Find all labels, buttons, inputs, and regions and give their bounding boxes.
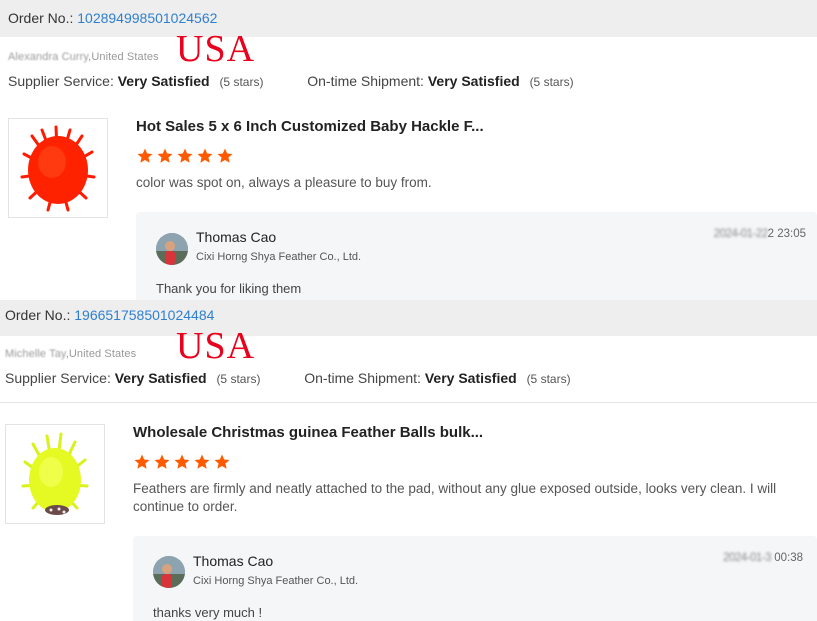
seller-name: Thomas Cao xyxy=(193,553,274,569)
ontime-shipment-value: Very Satisfied xyxy=(427,73,520,89)
buyer-info: Michelle Tay,United States xyxy=(5,348,136,360)
star-icon xyxy=(154,454,170,469)
supplier-service-value: Very Satisfied xyxy=(114,370,207,386)
red-feather-image xyxy=(20,125,96,212)
review-text: Feathers are firmly and neatly attached … xyxy=(133,481,777,514)
supplier-service-label: Supplier Service: xyxy=(5,370,111,386)
reply-timestamp: 2024-01-3 00:38 xyxy=(723,552,803,564)
country-stamp: USA xyxy=(176,325,256,367)
star-icon xyxy=(157,148,173,163)
reply-text: Thank you for liking them xyxy=(156,281,302,296)
order-number-link[interactable]: 196651758501024484 xyxy=(74,307,214,323)
reply-time: 2 23:05 xyxy=(767,228,806,240)
star-icon xyxy=(194,454,210,469)
rating-summary: Supplier Service: Very Satisfied (5 star… xyxy=(5,370,571,386)
ontime-shipment-value: Very Satisfied xyxy=(424,370,517,386)
product-title-link[interactable]: Wholesale Christmas guinea Feather Balls… xyxy=(133,424,483,441)
seller-avatar xyxy=(153,556,185,588)
star-icon xyxy=(137,148,153,163)
reply-date-blurred: 2024-01-22 xyxy=(713,228,768,240)
star-icon xyxy=(197,148,213,163)
product-thumbnail[interactable] xyxy=(5,424,105,524)
star-icon xyxy=(174,454,190,469)
reply-text: thanks very much ! xyxy=(153,605,263,620)
order-label: Order No.: xyxy=(8,10,74,26)
supplier-service-value: Very Satisfied xyxy=(117,73,210,89)
buyer-info: Alexandra Curry,United States xyxy=(8,51,159,63)
star-icon xyxy=(217,148,233,163)
country-stamp: USA xyxy=(176,28,256,70)
seller-avatar xyxy=(156,233,188,265)
star-icon xyxy=(214,454,230,469)
star-icon xyxy=(177,148,193,163)
star-rating xyxy=(133,453,231,471)
order-bar: Order No.: 196651758501024484 xyxy=(0,300,817,336)
order-number-link[interactable]: 102894998501024562 xyxy=(77,10,217,26)
buyer-country: ,United States xyxy=(65,348,137,360)
yellow-feather-image xyxy=(21,432,89,515)
order-bar: Order No.: 102894998501024562 xyxy=(0,0,817,37)
ontime-shipment-stars: (5 stars) xyxy=(526,372,571,386)
divider xyxy=(0,402,817,403)
reply-timestamp: 2024-01-222 23:05 xyxy=(714,228,806,240)
supplier-service-stars: (5 stars) xyxy=(216,372,261,386)
seller-name: Thomas Cao xyxy=(196,229,277,245)
seller-company: Cixi Horng Shya Feather Co., Ltd. xyxy=(196,251,362,263)
buyer-name: Alexandra Curry xyxy=(8,51,89,63)
supplier-service-label: Supplier Service: xyxy=(8,73,114,89)
review-card: Order No.: 196651758501024484 Michelle T… xyxy=(0,300,817,621)
reply-time: 00:38 xyxy=(774,552,803,564)
product-thumbnail[interactable] xyxy=(8,118,108,218)
product-title-link[interactable]: Hot Sales 5 x 6 Inch Customized Baby Hac… xyxy=(136,118,484,135)
ontime-shipment-label: On-time Shipment: xyxy=(304,370,421,386)
rating-summary: Supplier Service: Very Satisfied (5 star… xyxy=(8,73,574,89)
buyer-country: ,United States xyxy=(88,51,159,63)
buyer-name: Michelle Tay xyxy=(5,348,66,360)
ontime-shipment-stars: (5 stars) xyxy=(529,75,574,89)
star-rating xyxy=(136,147,234,165)
reply-date-blurred: 2024-01-3 xyxy=(723,552,772,564)
supplier-service-stars: (5 stars) xyxy=(219,75,264,89)
ontime-shipment-label: On-time Shipment: xyxy=(307,73,424,89)
seller-company: Cixi Horng Shya Feather Co., Ltd. xyxy=(193,575,359,587)
order-label: Order No.: xyxy=(5,307,71,323)
review-text: color was spot on, always a pleasure to … xyxy=(136,175,432,190)
seller-reply: Thomas Cao Cixi Horng Shya Feather Co., … xyxy=(133,536,817,621)
seller-reply: Thomas Cao Cixi Horng Shya Feather Co., … xyxy=(136,212,817,300)
review-card: Order No.: 102894998501024562 Alexandra … xyxy=(0,0,817,300)
star-icon xyxy=(134,454,150,469)
